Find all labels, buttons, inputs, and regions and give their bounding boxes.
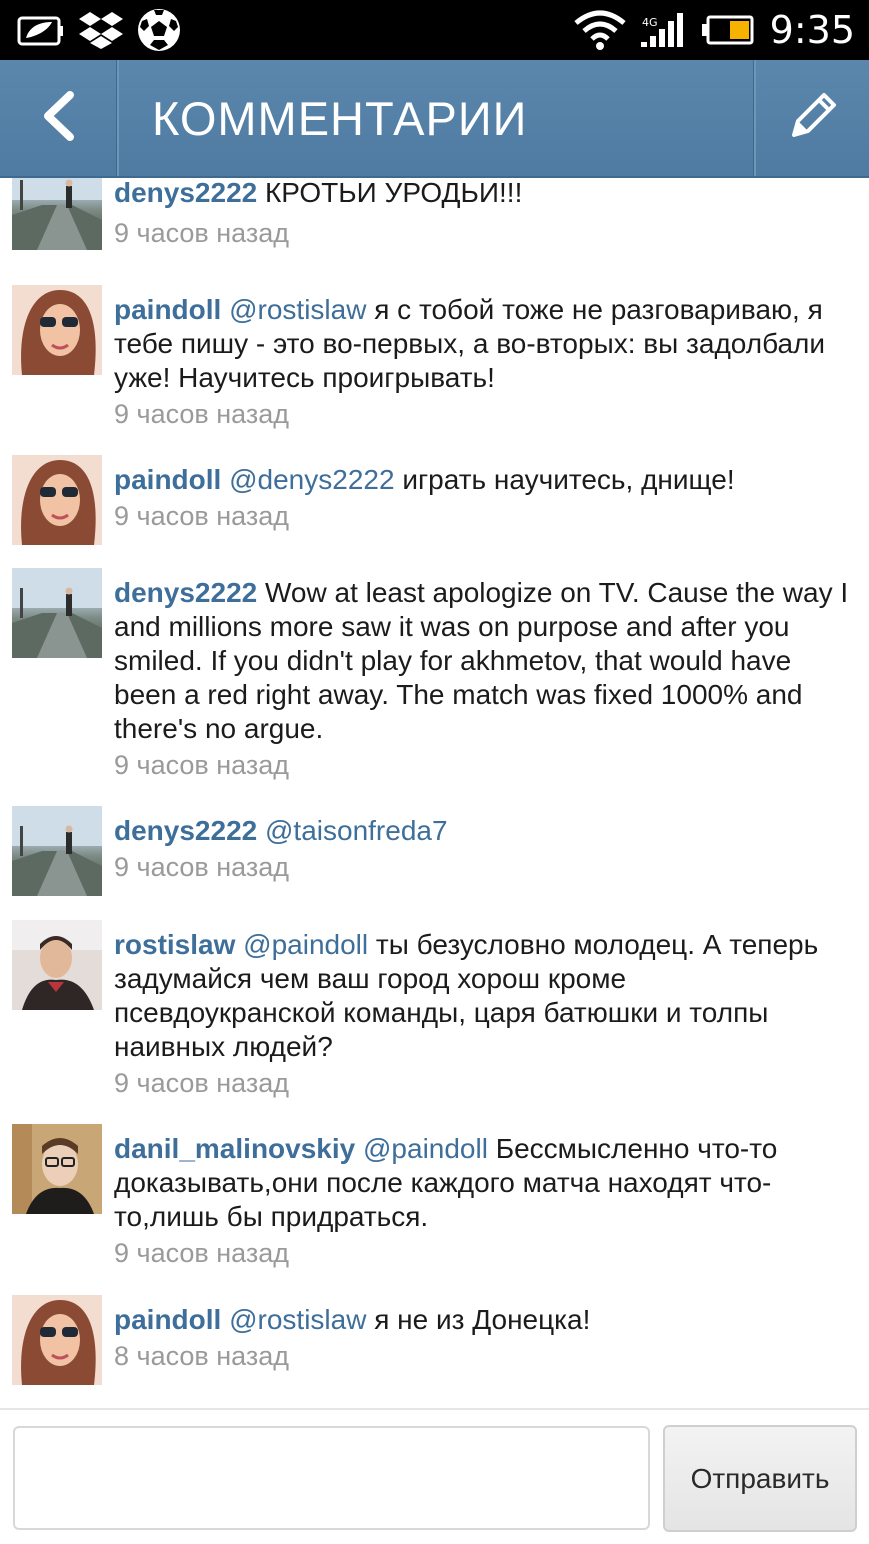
svg-text:4G: 4G	[642, 16, 658, 29]
comment-timestamp: 9 часов назад	[114, 750, 290, 780]
comment-username[interactable]: denys2222	[114, 577, 257, 608]
comment-timestamp: 8 часов назад	[114, 1341, 290, 1371]
comment-mention[interactable]: @denys2222	[221, 464, 394, 495]
signal-icon: 4G	[640, 12, 686, 48]
comment-input[interactable]	[13, 1426, 650, 1530]
battery-saver-icon	[16, 12, 66, 48]
back-button[interactable]	[0, 60, 117, 176]
comment-mention[interactable]: @rostislaw	[221, 1304, 366, 1335]
dropbox-icon	[78, 10, 124, 50]
comment-mention[interactable]: @taisonfreda7	[257, 815, 448, 846]
comment-mention[interactable]: @paindoll	[355, 1133, 488, 1164]
header-divider	[117, 60, 119, 176]
status-bar-right: 4G 9:35	[574, 6, 855, 54]
chevron-left-icon	[38, 89, 78, 148]
battery-icon	[700, 14, 756, 46]
comment-body: danil_malinovskiy @paindoll Бессмысленно…	[114, 1132, 854, 1234]
soccer-ball-icon	[136, 7, 182, 53]
comment-body: denys2222 Wow at least apologize on TV. …	[114, 576, 854, 746]
comment-body: paindoll @denys2222 играть научитесь, дн…	[114, 463, 854, 497]
comment-list[interactable]: denys2222 КРОТЬИ УРОДЬИ!!! 9 часов назад…	[0, 178, 869, 1408]
comment-timestamp: 9 часов назад	[114, 1238, 290, 1268]
comment-timestamp: 9 часов назад	[114, 1068, 290, 1098]
comment-text: я не из Донецка!	[366, 1304, 591, 1335]
avatar[interactable]	[12, 178, 102, 250]
pencil-icon	[784, 87, 842, 150]
send-button[interactable]: Отправить	[663, 1425, 857, 1532]
comment-username[interactable]: danil_malinovskiy	[114, 1133, 355, 1164]
comment-username[interactable]: paindoll	[114, 294, 221, 325]
avatar[interactable]	[12, 1295, 102, 1385]
comment-username[interactable]: denys2222	[114, 815, 257, 846]
clock: 9:35	[769, 8, 855, 52]
avatar[interactable]	[12, 920, 102, 1010]
avatar[interactable]	[12, 1124, 102, 1214]
comment-body: paindoll @rostislaw я с тобой тоже не ра…	[114, 293, 854, 395]
comment-text: КРОТЬИ УРОДЬИ!!!	[257, 178, 523, 208]
avatar[interactable]	[12, 568, 102, 658]
compose-button[interactable]	[756, 60, 869, 176]
comment-body: rostislaw @paindoll ты безусловно молоде…	[114, 928, 854, 1064]
comment-timestamp: 9 часов назад	[114, 218, 290, 248]
status-bar: 4G 9:35	[0, 0, 869, 60]
comment-mention[interactable]: @rostislaw	[221, 294, 366, 325]
avatar[interactable]	[12, 455, 102, 545]
comment-body: paindoll @rostislaw я не из Донецка!	[114, 1303, 854, 1337]
status-bar-left	[16, 6, 182, 54]
comment-composer: Отправить	[0, 1408, 869, 1544]
comment-username[interactable]: denys2222	[114, 178, 257, 208]
comment-username[interactable]: paindoll	[114, 1304, 221, 1335]
comment-body: denys2222 КРОТЬИ УРОДЬИ!!!	[114, 178, 854, 210]
page-title: КОММЕНТАРИИ	[152, 92, 528, 145]
comment-mention[interactable]: @paindoll	[235, 929, 368, 960]
avatar[interactable]	[12, 285, 102, 375]
app-header: КОММЕНТАРИИ	[0, 60, 869, 178]
avatar[interactable]	[12, 806, 102, 896]
comment-timestamp: 9 часов назад	[114, 852, 290, 882]
comment-body: denys2222 @taisonfreda7	[114, 814, 854, 848]
comment-timestamp: 9 часов назад	[114, 501, 290, 531]
wifi-icon	[574, 9, 626, 51]
comment-timestamp: 9 часов назад	[114, 399, 290, 429]
comment-text: играть научитесь, днище!	[394, 464, 735, 495]
comment-username[interactable]: paindoll	[114, 464, 221, 495]
comment-username[interactable]: rostislaw	[114, 929, 235, 960]
